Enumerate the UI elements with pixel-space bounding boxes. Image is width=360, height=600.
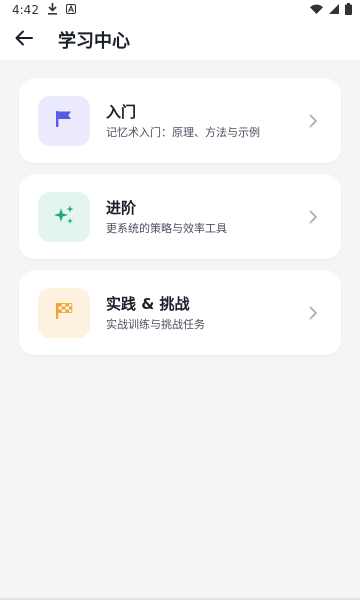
checkered-flag-icon — [54, 301, 74, 325]
status-left: 4:42 — [12, 2, 76, 18]
chevron-right-icon — [301, 301, 325, 325]
back-button[interactable] — [4, 20, 44, 60]
chevron-right-icon — [301, 205, 325, 229]
card-subtitle: 实战训练与挑战任务 — [106, 317, 205, 331]
card-advanced[interactable]: 进阶 更系统的策略与效率工具 — [19, 174, 341, 259]
content-area: 入门 记忆术入门：原理、方法与示例 进阶 更系统的策略与效率工具 实践 & 挑战… — [0, 60, 360, 600]
sparkles-icon — [53, 204, 75, 230]
card-icon-tile — [38, 191, 90, 242]
card-subtitle: 记忆术入门：原理、方法与示例 — [106, 125, 260, 139]
app-a-icon — [65, 3, 76, 17]
card-text: 入门 记忆术入门：原理、方法与示例 — [106, 102, 301, 140]
wifi-icon — [310, 3, 323, 17]
download-icon — [47, 2, 58, 18]
status-time: 4:42 — [12, 3, 39, 17]
signal-icon — [329, 3, 339, 17]
battery-icon — [345, 2, 352, 18]
card-title: 实践 & 挑战 — [106, 294, 190, 313]
status-icons — [310, 2, 352, 18]
card-title: 进阶 — [106, 198, 137, 217]
card-text: 进阶 更系统的策略与效率工具 — [106, 198, 301, 236]
card-icon-tile — [38, 95, 90, 146]
card-icon-tile — [38, 287, 90, 338]
card-practice[interactable]: 实践 & 挑战 实战训练与挑战任务 — [19, 270, 341, 355]
arrow-left-icon — [15, 30, 33, 50]
app-bar: 学习中心 — [0, 20, 360, 60]
page-title: 学习中心 — [58, 31, 130, 52]
chevron-right-icon — [301, 109, 325, 133]
card-text: 实践 & 挑战 实战训练与挑战任务 — [106, 294, 301, 332]
card-subtitle: 更系统的策略与效率工具 — [106, 221, 227, 235]
card-title: 入门 — [106, 102, 137, 121]
card-intro[interactable]: 入门 记忆术入门：原理、方法与示例 — [19, 78, 341, 163]
flag-icon — [54, 109, 74, 133]
status-bar: 4:42 — [0, 0, 360, 20]
